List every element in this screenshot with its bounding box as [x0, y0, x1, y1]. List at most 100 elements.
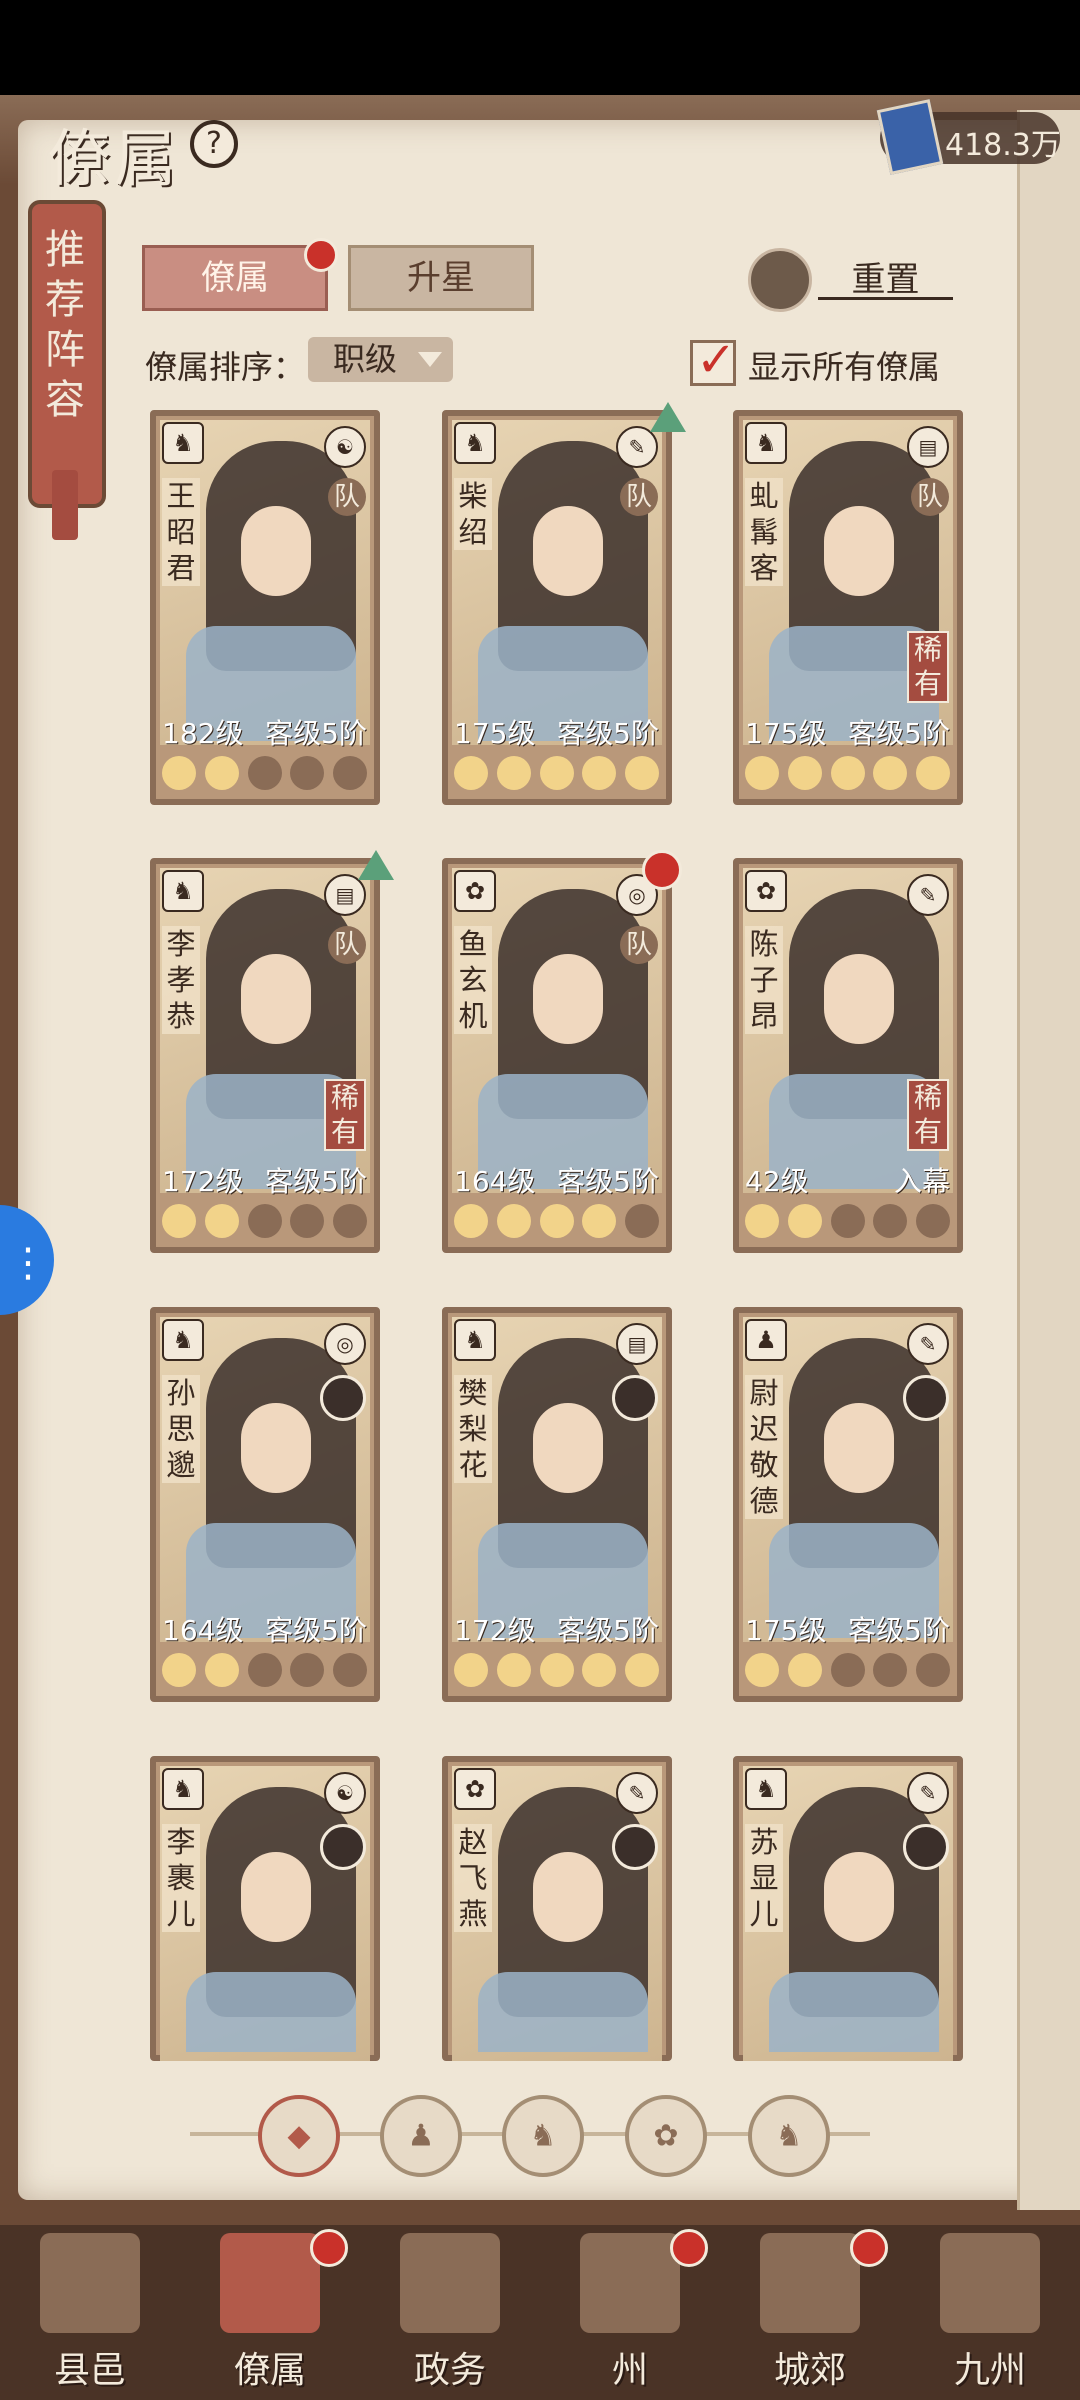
nav-item-4[interactable]: 城郊: [720, 2225, 900, 2400]
moon-icon: [204, 1653, 239, 1687]
faction-icon: ✎: [907, 1323, 949, 1365]
team-badge: 队: [911, 478, 949, 516]
moon-icon: [162, 756, 196, 790]
officer-level: 42级: [745, 1165, 809, 1198]
officer-card[interactable]: ♞ ✎ 柴绍 队 175级 客级5阶: [442, 402, 686, 805]
officer-rank: 客级5阶: [265, 717, 367, 750]
nav-label: 僚属: [233, 2350, 306, 2391]
nav-building-icon: [400, 2233, 500, 2333]
portrait-face: [824, 954, 894, 1044]
nav-item-3[interactable]: 州: [540, 2225, 720, 2400]
filter-faction-1[interactable]: ♟: [380, 2095, 462, 2177]
officer-level: 175级: [745, 1614, 827, 1647]
nav-item-1[interactable]: 僚属: [180, 2225, 360, 2400]
nav-item-0[interactable]: 县邑: [0, 2225, 180, 2400]
officer-card[interactable]: ♞ ▤ 虬髯客 队稀有 175级 客级5阶: [733, 410, 963, 805]
moon-icon: [454, 1204, 488, 1238]
tab-officers[interactable]: 僚属: [142, 245, 328, 311]
officer-card[interactable]: ♞ ◎ 孙思邈 164级 客级5阶: [150, 1307, 380, 1702]
officer-card[interactable]: ✿ ✎ 陈子昂 稀有 42级 入幕: [733, 858, 963, 1253]
moon-icon: [787, 1653, 822, 1687]
officer-card[interactable]: ♞ ☯ 李裹儿: [150, 1756, 380, 2061]
team-badge: 队: [328, 926, 366, 964]
page-title: 僚属: [48, 122, 181, 195]
filter-all[interactable]: ◆: [258, 2095, 340, 2177]
card-stats: 175级 客级5阶: [454, 712, 659, 752]
officer-rank: 客级5阶: [265, 1614, 367, 1647]
moon-icon: [582, 1204, 617, 1238]
tassel-decoration: [52, 470, 78, 540]
officer-level: 164级: [162, 1614, 244, 1647]
star-row: [454, 756, 659, 791]
officer-card[interactable]: ♟ ✎ 尉迟敬德 175级 客级5阶: [733, 1307, 963, 1702]
faction-icon: ☯: [324, 426, 366, 468]
moon-icon: [873, 756, 908, 790]
moon-icon: [916, 1204, 950, 1238]
moon-icon: [290, 1653, 325, 1687]
officer-card[interactable]: ✿ ✎ 赵飞燕: [442, 1756, 672, 2061]
nav-label: 政务: [413, 2350, 486, 2391]
moon-icon: [625, 1653, 659, 1687]
moon-icon: [496, 1653, 531, 1687]
officer-card[interactable]: ♞ ▤ 李孝恭 队稀有 172级 客级5阶: [150, 850, 394, 1253]
officer-card[interactable]: ♞ ▤ 樊梨花 172级 客级5阶: [442, 1307, 672, 1702]
filter-faction-3[interactable]: ✿: [625, 2095, 707, 2177]
officer-card[interactable]: ✿ ◎ 鱼玄机队 164级 客级5阶: [442, 850, 682, 1253]
officer-rank: 客级5阶: [557, 1614, 659, 1647]
card-stats: 164级 客级5阶: [162, 1609, 367, 1649]
reset-icon[interactable]: [748, 248, 812, 312]
portrait-face: [533, 506, 603, 596]
officer-name: 孙思邈: [162, 1375, 200, 1483]
nav-label: 城郊: [773, 2350, 846, 2391]
rare-badge: 稀有: [324, 1079, 366, 1151]
portrait-face: [241, 1403, 311, 1493]
moon-icon: [625, 756, 659, 790]
officer-name: 鱼玄机: [454, 926, 492, 1034]
filter-faction-2[interactable]: ♞: [502, 2095, 584, 2177]
portrait-face: [241, 954, 311, 1044]
filter-faction-4[interactable]: ♞: [748, 2095, 830, 2177]
status-bar: [0, 0, 1080, 95]
moon-icon: [916, 756, 950, 790]
moon-icon: [247, 1204, 282, 1238]
recommend-lineup-label: 推荐阵容: [45, 227, 85, 423]
rare-badge: 稀有: [907, 1079, 949, 1151]
officer-rank: 入幕: [893, 1165, 950, 1198]
nav-item-2[interactable]: 政务: [360, 2225, 540, 2400]
show-all-label[interactable]: 显示所有僚属: [748, 342, 940, 388]
reset-button[interactable]: 重置: [818, 252, 953, 300]
portrait-body: [769, 1972, 939, 2052]
filter-icon: ♟: [407, 2118, 435, 2154]
upgrade-arrow-icon: [650, 402, 686, 432]
star-row: [745, 756, 950, 791]
question-icon[interactable]: ?: [190, 120, 238, 168]
faction-icon: ◎: [324, 1323, 366, 1365]
card-stats: 172级 客级5阶: [162, 1160, 367, 1200]
chevron-down-icon[interactable]: [418, 352, 442, 367]
team-badge: 队: [328, 478, 366, 516]
class-icon: ♞: [162, 422, 204, 464]
portrait-face: [824, 506, 894, 596]
book-edge: [1017, 110, 1080, 2210]
star-row: [454, 1204, 659, 1239]
star-row: [162, 1204, 367, 1239]
officer-card[interactable]: ♞ ☯ 王昭君 队 182级 客级5阶: [150, 410, 380, 805]
officer-card[interactable]: ♞ ✎ 苏显儿: [733, 1756, 963, 2061]
star-row: [745, 1204, 950, 1239]
nav-item-5[interactable]: 九州: [900, 2225, 1080, 2400]
moon-icon: [787, 1204, 822, 1238]
officer-name: 柴绍: [454, 478, 492, 550]
notification-dot: [642, 850, 682, 890]
officer-rank: 客级5阶: [848, 1614, 950, 1647]
moon-icon: [454, 756, 488, 790]
officer-rank: 客级5阶: [557, 717, 659, 750]
check-icon: ✓: [696, 332, 737, 388]
portrait-face: [533, 954, 603, 1044]
filter-icon: ✿: [653, 2118, 679, 2154]
portrait-face: [533, 1403, 603, 1493]
moon-icon: [496, 1204, 531, 1238]
tab-star-up[interactable]: 升星: [348, 245, 534, 311]
moon-icon: [204, 1204, 239, 1238]
notification-dot: [670, 2229, 708, 2267]
notification-dot: [850, 2229, 888, 2267]
